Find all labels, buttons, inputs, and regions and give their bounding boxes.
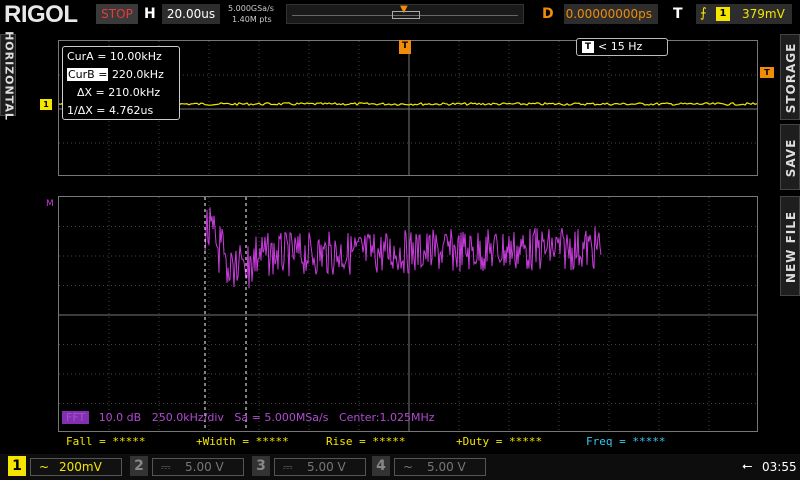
cursor-b-label: CurB = (67, 68, 109, 81)
fft-settings-readout: FFT 10.0 dB 250.0kHz/div Sa = 5.000MSa/s… (62, 410, 435, 426)
cursor-delta-x: ΔX = 210.0kHz (77, 86, 161, 99)
timebase-label: H (144, 6, 156, 22)
memory-depth: 1.40M pts (232, 15, 272, 24)
channel-1-scale: 200mV (59, 460, 102, 474)
cursor-a-value: = 10.00kHz (97, 50, 162, 63)
cursor-readout-panel: CurA = 10.00kHz CurB = 220.0kHz ΔX = 210… (62, 46, 180, 120)
fft-label: FFT (62, 411, 90, 424)
frequency-counter-icon: T (582, 41, 594, 53)
fft-spectrum-trace (204, 207, 602, 289)
fft-sample-rate: Sa = 5.000MSa/s (234, 411, 329, 424)
channel-3-settings[interactable]: ⎓ 5.00 V (274, 458, 366, 476)
channel-1-settings[interactable]: ~ 200mV (30, 458, 122, 476)
system-clock: 03:55 (762, 460, 797, 474)
tab-horizontal[interactable]: HORIZONTAL (0, 31, 16, 121)
channel-4-coupling-icon: ~ (403, 460, 414, 474)
channel-4-badge[interactable]: 4 (372, 456, 390, 476)
tab-horizontal-label: HORIZONTAL (2, 31, 16, 121)
fft-horizontal-scale: 250.0kHz/div (151, 411, 224, 424)
channel-2-settings[interactable]: ⎓ 5.00 V (152, 458, 244, 476)
sample-rate: 5.000GSa/s (228, 4, 274, 13)
tab-storage[interactable]: STORAGE (780, 34, 800, 120)
trigger-level-value: 379mV (742, 7, 785, 21)
channel-2-coupling-icon: ⎓ (161, 460, 171, 474)
channel-2-badge[interactable]: 2 (130, 456, 148, 476)
frequency-counter-value: < 15 Hz (598, 40, 643, 53)
fft-display[interactable] (58, 196, 758, 432)
measure-frequency[interactable]: Freq = ***** (586, 434, 665, 450)
brand-logo: RIGOL (4, 1, 78, 28)
trigger-delay-value[interactable]: 0.00000000ps (564, 4, 658, 24)
tab-new-file[interactable]: NEW FILE (780, 196, 800, 296)
channel-3-scale: 5.00 V (307, 460, 346, 474)
measure-fall[interactable]: Fall = ***** (66, 434, 145, 450)
tab-storage-label: STORAGE (784, 42, 798, 114)
trigger-position-marker[interactable]: T (399, 40, 411, 54)
channel-1-offset-marker[interactable]: 1 (40, 99, 52, 110)
measurement-bar: Fall = ***** +Width = ***** Rise = *****… (58, 434, 758, 450)
trigger-label: T (673, 6, 683, 22)
channel-1-coupling-icon: ~ (39, 460, 50, 474)
cursor-inverse-delta-x: 1/ΔX = 4.762us (67, 104, 154, 117)
delay-label: D (542, 6, 554, 22)
fft-center-frequency: Center:1.025MHz (338, 411, 435, 424)
measure-positive-width[interactable]: +Width = ***** (196, 434, 289, 450)
cursor-a-label: CurA (67, 50, 94, 63)
cursor-b-row: CurB = 220.0kHz (67, 66, 179, 83)
trigger-position-icon: ▼ (400, 4, 408, 15)
timebase-value[interactable]: 20.00us (162, 4, 220, 24)
channel-3-badge[interactable]: 3 (252, 456, 270, 476)
fft-vertical-scale: 10.0 dB (98, 411, 142, 424)
channel-3-coupling-icon: ⎓ (283, 460, 293, 474)
channel-4-scale: 5.00 V (427, 460, 466, 474)
run-stop-indicator[interactable]: STOP (96, 4, 138, 24)
fft-graticule (59, 197, 757, 431)
cursor-b-value: 220.0kHz (111, 68, 164, 81)
usb-icon: ⭠ (742, 459, 753, 474)
trigger-level-marker[interactable]: T (760, 67, 774, 78)
measure-positive-duty[interactable]: +Duty = ***** (456, 434, 542, 450)
channel-4-settings[interactable]: ~ 5.00 V (394, 458, 486, 476)
channel-2-scale: 5.00 V (185, 460, 224, 474)
trigger-source-badge: 1 (716, 7, 730, 21)
tab-save[interactable]: SAVE (780, 124, 800, 190)
measure-rise[interactable]: Rise = ***** (326, 434, 405, 450)
tab-save-label: SAVE (784, 138, 798, 178)
channel-1-badge[interactable]: 1 (8, 456, 26, 476)
rising-edge-icon: ⨍ (700, 6, 707, 21)
math-offset-marker[interactable]: M (46, 200, 54, 209)
tab-new-file-label: NEW FILE (784, 210, 798, 284)
cursor-a-row: CurA = 10.00kHz (67, 48, 179, 65)
